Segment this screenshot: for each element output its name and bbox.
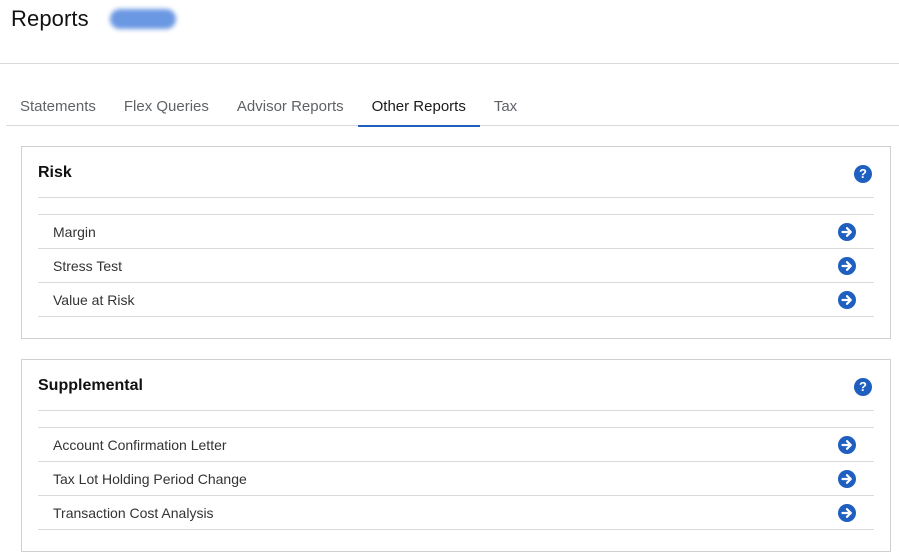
tab-advisor-reports[interactable]: Advisor Reports — [223, 88, 358, 126]
section-title: Risk — [38, 164, 72, 181]
arrow-right-circle-icon[interactable] — [838, 223, 856, 241]
tab-tax[interactable]: Tax — [480, 88, 531, 126]
list-item-label: Transaction Cost Analysis — [53, 505, 214, 521]
list-item-margin[interactable]: Margin — [38, 215, 874, 249]
arrow-right-circle-icon[interactable] — [838, 436, 856, 454]
risk-section: Risk ? Margin Stress Test Value at Risk — [21, 146, 891, 339]
section-header: Supplemental ? — [38, 360, 874, 411]
supplemental-list: Account Confirmation Letter Tax Lot Hold… — [38, 427, 874, 530]
arrow-right-circle-icon[interactable] — [838, 257, 856, 275]
supplemental-section: Supplemental ? Account Confirmation Lett… — [21, 359, 891, 552]
account-badge — [110, 9, 176, 29]
list-item-stress-test[interactable]: Stress Test — [38, 249, 874, 283]
arrow-right-circle-icon[interactable] — [838, 470, 856, 488]
tab-flex-queries[interactable]: Flex Queries — [110, 88, 223, 126]
arrow-right-circle-icon[interactable] — [838, 504, 856, 522]
list-item-label: Tax Lot Holding Period Change — [53, 471, 247, 487]
list-item-value-at-risk[interactable]: Value at Risk — [38, 283, 874, 317]
arrow-right-circle-icon[interactable] — [838, 291, 856, 309]
list-item-label: Account Confirmation Letter — [53, 437, 227, 453]
tab-other-reports[interactable]: Other Reports — [357, 88, 481, 127]
section-title: Supplemental — [38, 377, 143, 394]
list-item-account-confirmation-letter[interactable]: Account Confirmation Letter — [38, 428, 874, 462]
list-item-tax-lot-holding-period-change[interactable]: Tax Lot Holding Period Change — [38, 462, 874, 496]
question-circle-icon[interactable]: ? — [854, 378, 872, 396]
section-header: Risk ? — [38, 147, 874, 198]
question-circle-icon[interactable]: ? — [854, 165, 872, 183]
page-title: Reports — [11, 6, 89, 31]
list-item-label: Stress Test — [53, 258, 122, 274]
page-header: Reports — [0, 0, 899, 64]
list-item-label: Value at Risk — [53, 292, 135, 308]
list-item-label: Margin — [53, 224, 96, 240]
tab-statements[interactable]: Statements — [6, 88, 110, 126]
list-item-transaction-cost-analysis[interactable]: Transaction Cost Analysis — [38, 496, 874, 530]
risk-list: Margin Stress Test Value at Risk — [38, 214, 874, 317]
report-tabs: Statements Flex Queries Advisor Reports … — [6, 88, 899, 127]
